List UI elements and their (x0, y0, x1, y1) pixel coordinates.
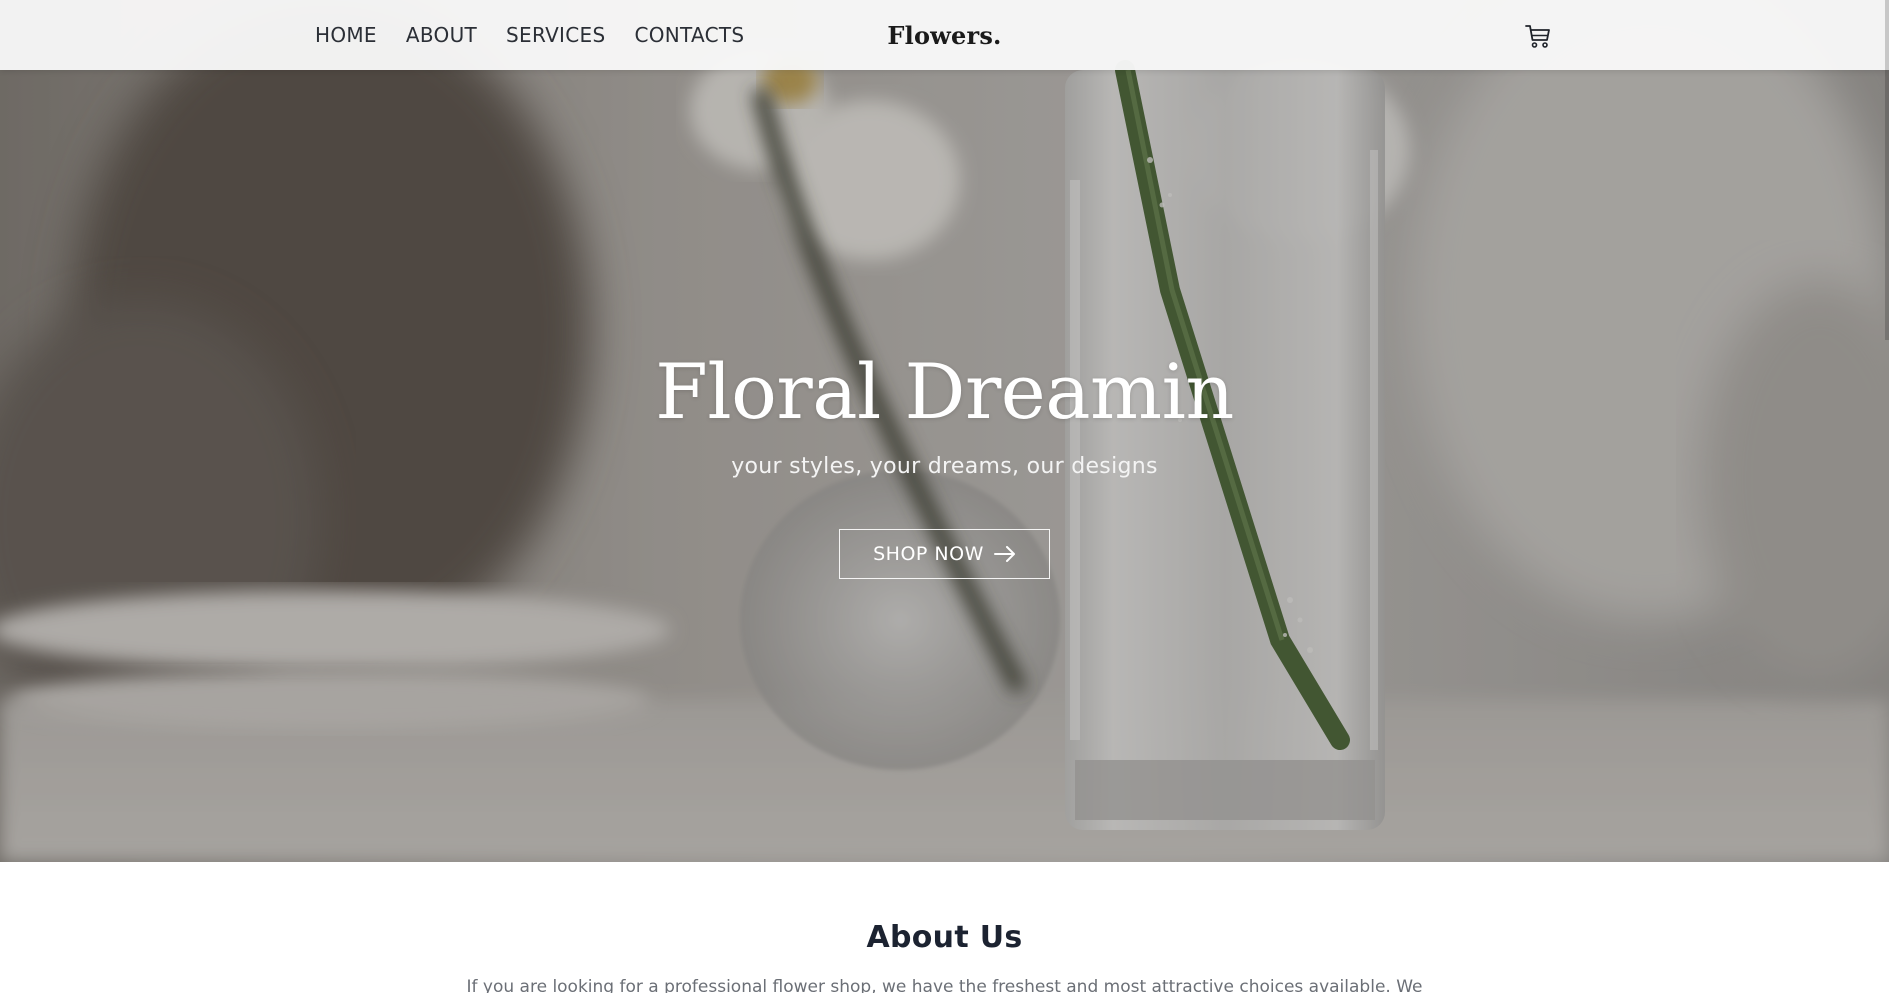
hero-subtitle: your styles, your dreams, our designs (731, 453, 1158, 479)
nav-about[interactable]: ABOUT (406, 23, 477, 47)
site-logo[interactable]: Flowers. (887, 21, 1001, 50)
site-header: HOME ABOUT SERVICES CONTACTS Flowers. (0, 0, 1889, 70)
nav-contacts[interactable]: CONTACTS (634, 23, 744, 47)
page: Floral Dreamin your styles, your dreams,… (0, 0, 1889, 993)
nav-services[interactable]: SERVICES (506, 23, 605, 47)
about-title: About Us (866, 920, 1023, 955)
logo-wrapper: Flowers. (0, 0, 1889, 70)
shop-now-label: SHOP NOW (873, 542, 984, 565)
shop-now-button[interactable]: SHOP NOW (839, 528, 1050, 579)
shopping-cart-icon[interactable] (1524, 22, 1552, 50)
scrollbar-thumb[interactable] (1885, 0, 1889, 340)
arrow-right-icon (993, 545, 1015, 562)
hero-content: Floral Dreamin your styles, your dreams,… (0, 350, 1889, 579)
hero-section: Floral Dreamin your styles, your dreams,… (0, 0, 1889, 862)
about-text: If you are looking for a professional fl… (466, 977, 1423, 993)
hero-title: Floral Dreamin (655, 347, 1234, 436)
main-nav: HOME ABOUT SERVICES CONTACTS (315, 0, 744, 70)
nav-home[interactable]: HOME (315, 23, 377, 47)
about-section: About Us If you are looking for a profes… (0, 862, 1889, 993)
